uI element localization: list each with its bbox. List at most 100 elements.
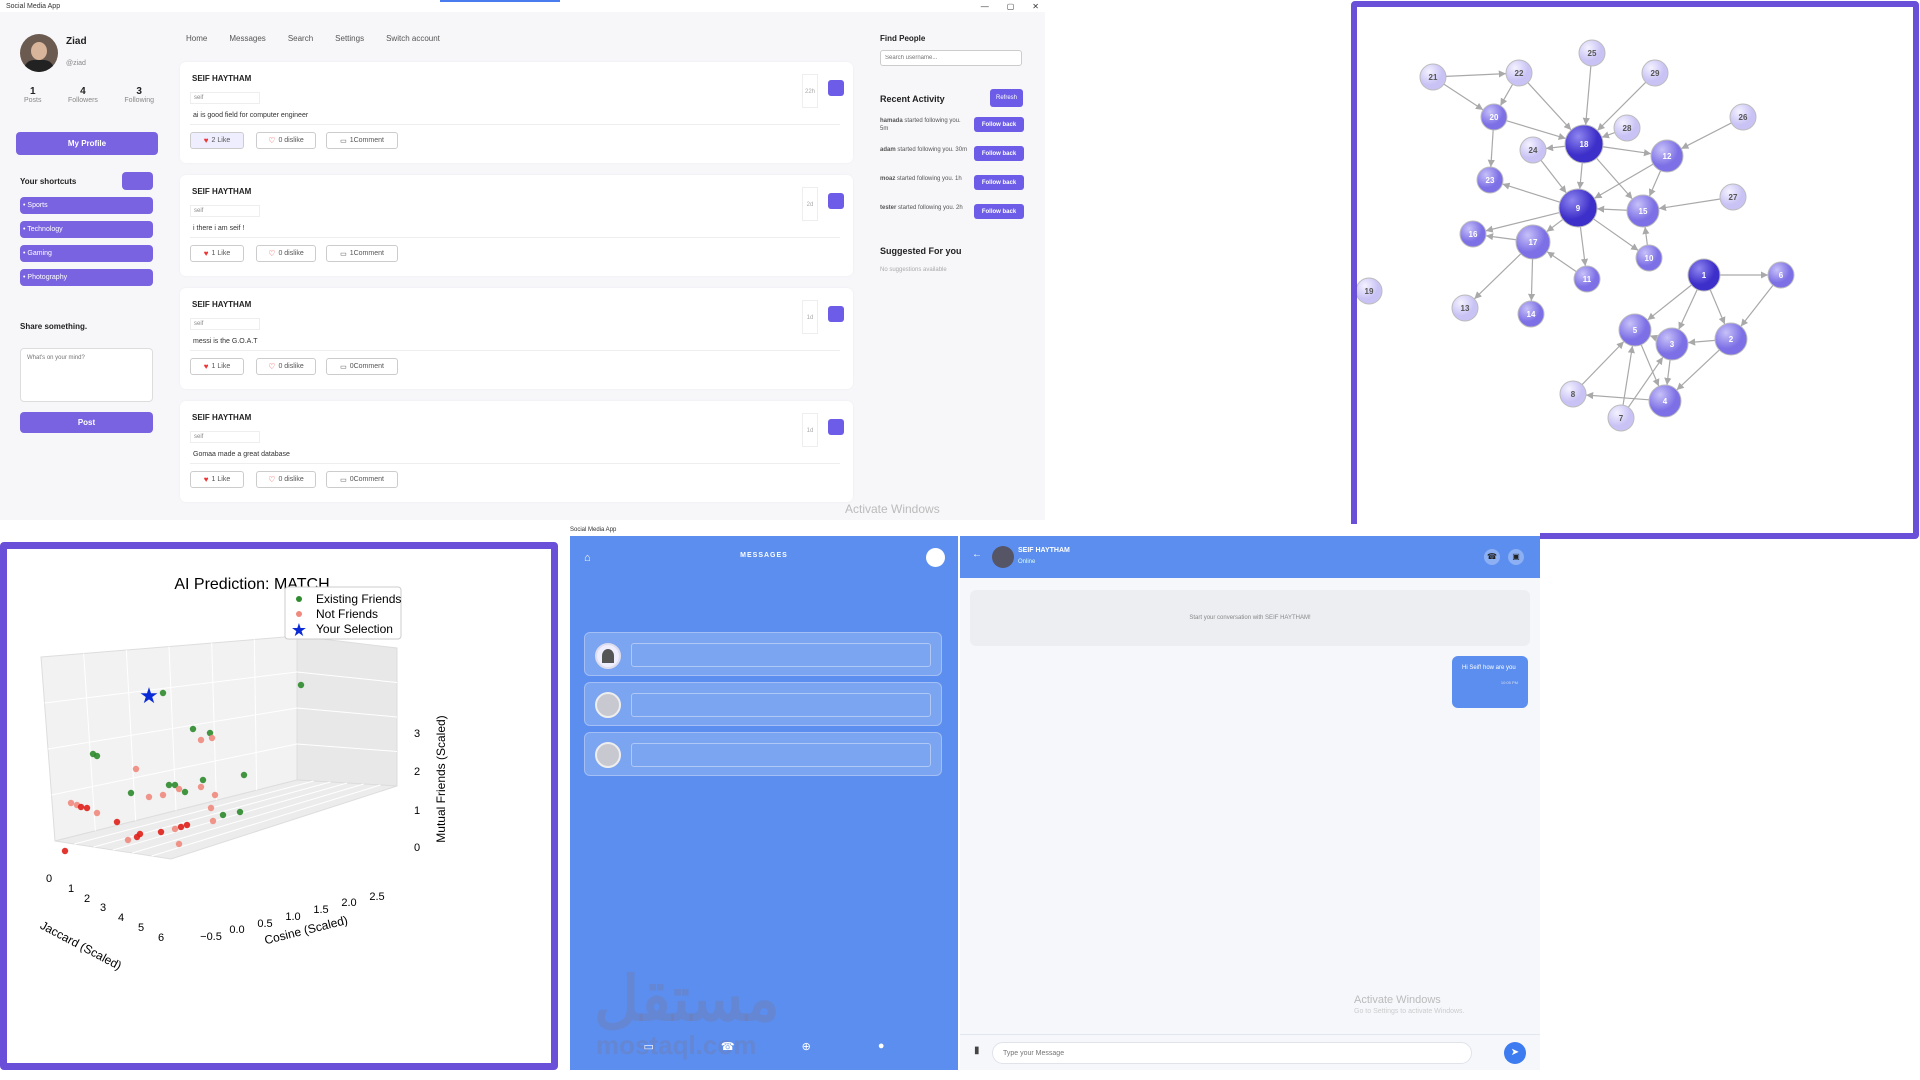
message-input[interactable] [992,1042,1472,1064]
profile-circle-button[interactable] [926,548,945,567]
graph-node[interactable]: 18 [1564,124,1604,164]
graph-node-label: 15 [1639,207,1648,216]
graph-node[interactable]: 7 [1607,404,1635,432]
profile-name: Ziad [66,36,87,47]
back-arrow-icon[interactable]: ← [972,549,982,560]
video-call-icon[interactable]: ▣ [1508,549,1524,565]
like-button[interactable]: ♥ 1 Like [190,471,244,488]
activity-text: started following you. 1h [897,176,962,182]
graph-node[interactable]: 25 [1578,39,1606,67]
like-button[interactable]: ♥ 1 Like [190,358,244,375]
graph-node[interactable]: 20 [1480,103,1508,131]
post-button[interactable]: Post [20,412,153,433]
graph-node[interactable]: 12 [1650,139,1684,173]
graph-node[interactable]: 21 [1419,63,1447,91]
minimize-icon[interactable]: — [981,2,989,11]
graph-node-label: 6 [1779,271,1784,280]
graph-node[interactable]: 17 [1515,224,1551,260]
graph-node[interactable]: 19 [1355,277,1383,305]
x-tick-label: 5 [138,922,144,934]
graph-node[interactable]: 28 [1613,114,1641,142]
graph-node[interactable]: 3 [1655,327,1689,361]
data-point [209,817,217,825]
send-icon[interactable]: ➤ [1504,1042,1526,1064]
dislike-button[interactable]: ♡ 0 dislike [256,471,316,488]
post-menu-button[interactable] [828,80,844,96]
plus-icon[interactable]: ⊕ [802,1040,811,1053]
graph-node[interactable]: 29 [1641,59,1669,87]
post-menu-button[interactable] [828,419,844,435]
data-point [183,821,191,829]
graph-node[interactable]: 2 [1714,322,1748,356]
nav-home[interactable]: Home [186,34,207,43]
comment-button[interactable]: ▭ 0Comment [326,471,398,488]
x-tick-label: 4 [118,912,124,924]
add-shortcut-button[interactable] [122,172,153,190]
comment-button[interactable]: ▭ 1Comment [326,245,398,262]
post-text: ai is good field for computer engineer [190,112,840,125]
graph-node[interactable]: 26 [1729,103,1757,131]
avatar[interactable] [20,34,58,72]
conversation-item[interactable] [584,732,942,776]
post-menu-button[interactable] [828,193,844,209]
share-textarea[interactable] [20,348,153,402]
post-menu-button[interactable] [828,306,844,322]
post-subtitle: seif [190,318,260,330]
shortcut-gaming[interactable]: • Gaming [20,245,153,262]
graph-node[interactable]: 15 [1626,194,1660,228]
shortcut-technology[interactable]: • Technology [20,221,153,238]
graph-node[interactable]: 27 [1719,183,1747,211]
comment-button[interactable]: ▭ 1Comment [326,132,398,149]
dislike-button[interactable]: ♡ 0 dislike [256,245,316,262]
graph-edge [1582,65,1592,126]
graph-node-label: 8 [1571,390,1576,399]
nav-search[interactable]: Search [288,34,313,43]
x-tick-label: 6 [158,932,164,944]
conversation-item[interactable] [584,632,942,676]
nav-settings[interactable]: Settings [335,34,364,43]
my-profile-button[interactable]: My Profile [16,132,158,155]
graph-node[interactable]: 10 [1635,244,1663,272]
follow-back-button[interactable]: Follow back [974,175,1024,190]
graph-node[interactable]: 6 [1767,261,1795,289]
like-button[interactable]: ♥ 2 Like [190,132,244,149]
chat-icon[interactable]: ▭ [644,1040,654,1053]
activity-user: moaz [880,176,896,182]
follow-back-button[interactable]: Follow back [974,204,1024,219]
call-icon[interactable]: ☎ [1484,549,1500,565]
social-app-window: Social Media App — ▢ ✕ Ziad @ziad 1 Posts… [0,0,1045,520]
dislike-button[interactable]: ♡ 0 dislike [256,132,316,149]
shortcut-sports[interactable]: • Sports [20,197,153,214]
dislike-button[interactable]: ♡ 0 dislike [256,358,316,375]
microphone-icon[interactable]: ▮ [974,1045,980,1056]
person-icon[interactable]: ● [878,1040,885,1053]
x-tick-label: 3 [100,902,106,914]
graph-node[interactable]: 4 [1648,384,1682,418]
shortcut-photography[interactable]: • Photography [20,269,153,286]
follow-back-button[interactable]: Follow back [974,146,1024,161]
nav-switch-account[interactable]: Switch account [386,34,440,43]
graph-node[interactable]: 11 [1573,265,1601,293]
graph-node[interactable]: 24 [1519,136,1547,164]
nav-messages[interactable]: Messages [229,34,265,43]
comment-button[interactable]: ▭ 0Comment [326,358,398,375]
post-author: SEIF HAYTHAM [192,74,252,83]
graph-node[interactable]: 14 [1517,300,1545,328]
graph-node[interactable]: 1 [1687,258,1721,292]
conversation-item[interactable] [584,682,942,726]
phone-icon[interactable]: ☎ [721,1040,735,1053]
graph-node[interactable]: 16 [1459,220,1487,248]
find-people-input[interactable] [880,50,1022,66]
like-button[interactable]: ♥ 1 Like [190,245,244,262]
refresh-button[interactable]: Refresh [990,89,1023,107]
follow-back-button[interactable]: Follow back [974,117,1024,132]
graph-node[interactable]: 23 [1476,166,1504,194]
graph-node[interactable]: 9 [1558,188,1598,228]
graph-edge [1506,120,1566,140]
close-icon[interactable]: ✕ [1032,2,1039,11]
graph-node[interactable]: 5 [1618,313,1652,347]
graph-node[interactable]: 22 [1505,59,1533,87]
graph-node[interactable]: 8 [1559,380,1587,408]
maximize-icon[interactable]: ▢ [1007,2,1015,11]
graph-node[interactable]: 13 [1451,294,1479,322]
